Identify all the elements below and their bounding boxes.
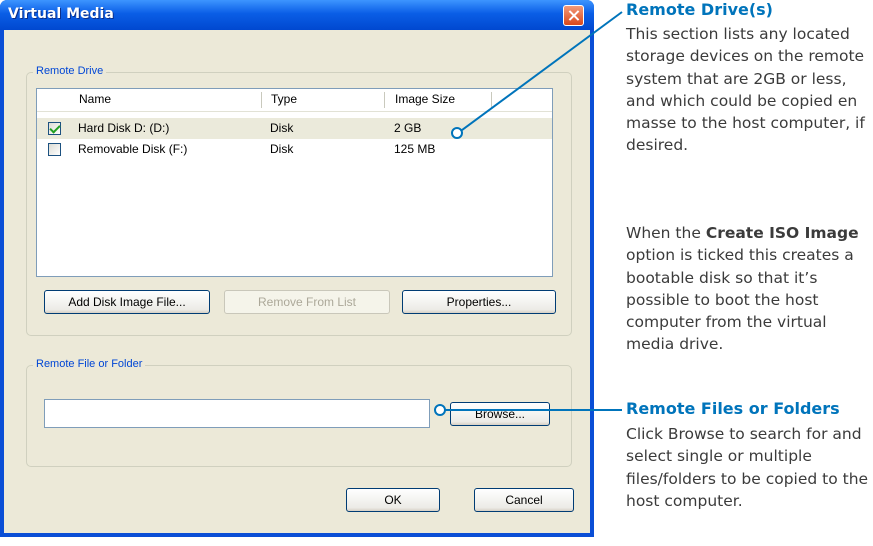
annotation-title-remote-drives: Remote Drive(s) [626,0,773,19]
iso-text-bold: Create ISO Image [705,224,859,242]
leader-dot-drives [451,127,463,139]
annotation-body-remote-drives: This section lists any located storage d… [626,25,865,155]
iso-text-prefix: When the [626,224,706,242]
annotation-body-iso: When the Create ISO Image option is tick… [626,222,873,356]
annotation-title-remote-files: Remote Files or Folders [626,399,840,418]
iso-text-suffix: option is ticked this creates a bootable… [626,246,854,354]
leader-line-drives [457,11,623,134]
annotation-body-remote-files: Click Browse to search for and select si… [626,425,869,510]
leader-dot-files [434,404,446,416]
